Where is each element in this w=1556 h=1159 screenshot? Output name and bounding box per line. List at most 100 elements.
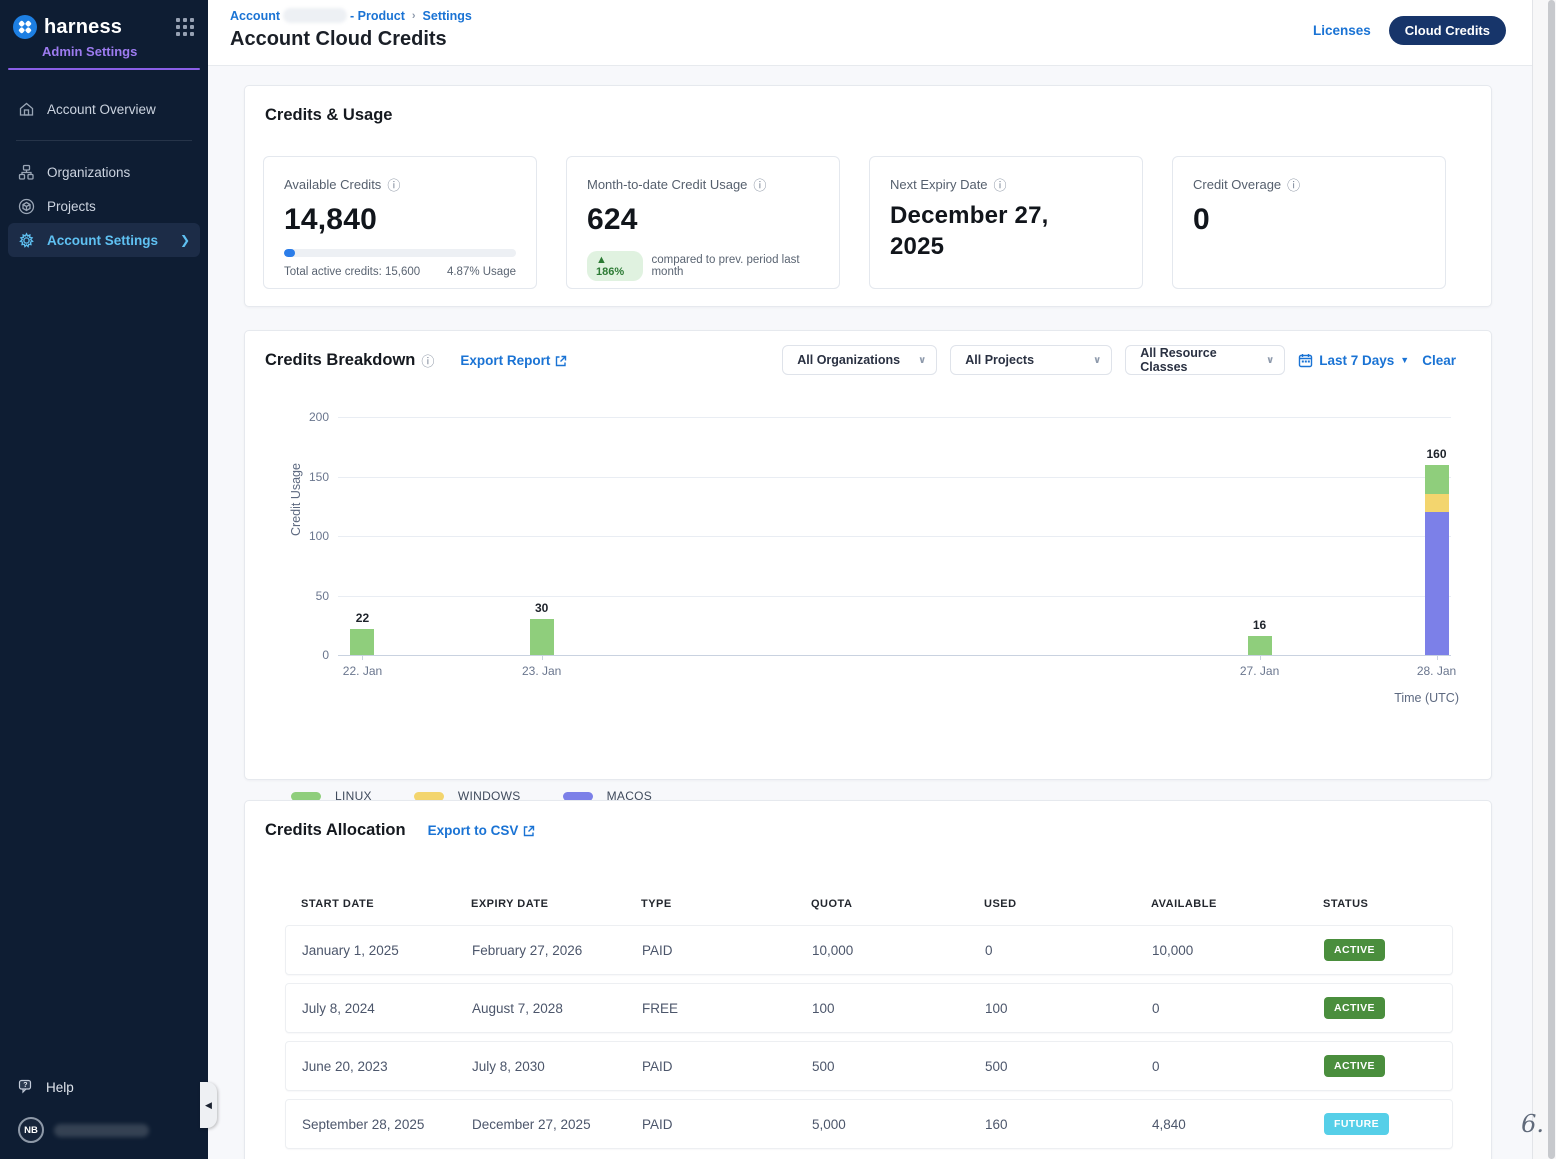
clear-filters-button[interactable]: Clear [1422, 353, 1456, 368]
credits-progress-fill [284, 249, 295, 257]
cell-quota: 5,000 [796, 1117, 969, 1132]
apps-grid-icon[interactable] [176, 18, 194, 36]
x-axis-tick [1437, 655, 1438, 660]
status-badge: ACTIVE [1324, 997, 1385, 1019]
credit-usage-chart: Credit Usage 0501001502002222. Jan3023. … [245, 401, 1491, 731]
cube-icon [18, 198, 35, 215]
info-icon[interactable]: ⓘ [1287, 175, 1300, 194]
available-credits-label: Available Credits [284, 177, 381, 192]
credits-progress-bar [284, 249, 516, 257]
export-csv-link[interactable]: Export to CSV [428, 823, 536, 838]
info-icon[interactable]: ⓘ [994, 175, 1007, 194]
info-icon[interactable]: ⓘ [753, 175, 766, 194]
allocation-table: START DATEEXPIRY DATETYPEQUOTAUSEDAVAILA… [285, 889, 1453, 1157]
sidebar-item-projects[interactable]: Projects [8, 189, 200, 223]
breadcrumb: Account - Product › Settings [230, 8, 472, 23]
module-underline [8, 68, 200, 70]
credits-allocation-title: Credits Allocation [265, 821, 406, 840]
status-badge: FUTURE [1324, 1113, 1389, 1135]
table-row: September 28, 2025December 27, 2025PAID5… [285, 1099, 1453, 1149]
y-axis-tick: 0 [322, 648, 329, 662]
user-name-redacted [54, 1124, 149, 1137]
chart-gridline [338, 655, 1451, 656]
mtd-usage-value: 624 [587, 203, 819, 237]
brand-name: harness [44, 16, 122, 39]
annotation-artifact: 6. [1521, 1110, 1544, 1138]
allocation-table-header: START DATEEXPIRY DATETYPEQUOTAUSEDAVAILA… [285, 889, 1453, 919]
chart-gridline [338, 536, 1451, 537]
available-credits-card: Available Credits ⓘ 14,840 Total active … [263, 156, 537, 289]
page-title: Account Cloud Credits [230, 28, 447, 51]
sidebar-divider [16, 140, 192, 141]
cell-available: 0 [1136, 1001, 1308, 1016]
credits-usage-title: Credits & Usage [265, 106, 392, 125]
bar-segment-windows [1425, 494, 1449, 512]
sidebar-item-organizations[interactable]: Organizations [8, 155, 200, 189]
resource-classes-select[interactable]: All Resource Classes ∨ [1125, 345, 1285, 375]
scrollbar-gutter [1532, 0, 1556, 1159]
harness-logo-icon[interactable] [12, 14, 38, 40]
sidebar-item-account-settings[interactable]: Account Settings ❯ [8, 223, 200, 257]
licenses-link[interactable]: Licenses [1313, 23, 1371, 38]
user-account-row[interactable]: NB [0, 1105, 208, 1159]
chevron-right-icon: ❯ [180, 233, 190, 247]
table-row: January 1, 2025February 27, 2026PAID10,0… [285, 925, 1453, 975]
y-axis-label: Credit Usage [289, 463, 303, 536]
cell-status: ACTIVE [1308, 1055, 1452, 1077]
organizations-icon [18, 164, 35, 181]
info-icon[interactable]: ⓘ [387, 175, 400, 194]
next-expiry-value: December 27, 2025 [890, 201, 1090, 262]
export-report-link[interactable]: Export Report [460, 353, 567, 368]
cloud-credits-button[interactable]: Cloud Credits [1389, 16, 1506, 45]
cell-expiry-date: December 27, 2025 [456, 1117, 626, 1132]
date-range-picker[interactable]: Last 7 Days ▼ [1298, 353, 1409, 368]
breadcrumb-separator: › [412, 10, 416, 22]
projects-select[interactable]: All Projects ∨ [950, 345, 1112, 375]
external-link-icon [555, 355, 567, 367]
export-report-label: Export Report [460, 353, 550, 368]
sidebar: harness Admin Settings Account Overview [0, 0, 208, 1159]
delta-compare-note: compared to prev. period last month [651, 254, 819, 278]
cell-available: 0 [1136, 1059, 1308, 1074]
breadcrumb-account-link[interactable]: Account [230, 9, 280, 23]
cell-used: 500 [969, 1059, 1136, 1074]
info-icon[interactable]: ⓘ [421, 351, 434, 370]
table-row: July 8, 2024August 7, 2028FREE1001000ACT… [285, 983, 1453, 1033]
cell-used: 100 [969, 1001, 1136, 1016]
total-active-credits: Total active credits: 15,600 [284, 266, 420, 278]
help-icon: ? [18, 1079, 36, 1095]
breadcrumb-redacted-segment [283, 8, 347, 23]
x-axis-tick [362, 655, 363, 660]
cell-type: PAID [626, 1059, 796, 1074]
bar-value-label: 30 [535, 601, 548, 615]
available-credits-value: 14,840 [284, 203, 516, 237]
bar-segment-linux [530, 619, 554, 655]
delta-badge: ▲ 186% [587, 251, 643, 281]
organizations-select[interactable]: All Organizations ∨ [782, 345, 937, 375]
page-header: Account - Product › Settings Account Clo… [208, 0, 1556, 66]
y-axis-tick: 150 [309, 470, 329, 484]
cell-available: 10,000 [1136, 943, 1308, 958]
status-badge: ACTIVE [1324, 1055, 1385, 1077]
breadcrumb-settings-link[interactable]: Settings [423, 9, 472, 23]
help-button[interactable]: ? Help [0, 1069, 208, 1105]
mtd-usage-card: Month-to-date Credit Usage ⓘ 624 ▲ 186% … [566, 156, 840, 289]
scrollbar[interactable] [1548, 0, 1555, 1159]
sidebar-item-account-overview[interactable]: Account Overview [8, 92, 200, 126]
x-axis-label: Time (UTC) [1394, 691, 1459, 705]
sidebar-item-label: Account Settings [47, 233, 158, 248]
x-axis-tick-label: 23. Jan [522, 664, 561, 678]
module-label: Admin Settings [42, 44, 208, 59]
column-header: START DATE [285, 898, 455, 910]
breadcrumb-product-link[interactable]: - Product [350, 9, 405, 23]
home-icon [18, 101, 35, 118]
status-badge: ACTIVE [1324, 939, 1385, 961]
organizations-select-value: All Organizations [797, 353, 900, 367]
external-link-icon [523, 825, 535, 837]
chart-gridline [338, 477, 1451, 478]
column-header: STATUS [1307, 898, 1453, 910]
cell-type: FREE [626, 1001, 796, 1016]
x-axis-tick-label: 22. Jan [343, 664, 382, 678]
sidebar-collapse-handle[interactable]: ◀ [200, 1082, 217, 1128]
credit-overage-label: Credit Overage [1193, 177, 1281, 192]
